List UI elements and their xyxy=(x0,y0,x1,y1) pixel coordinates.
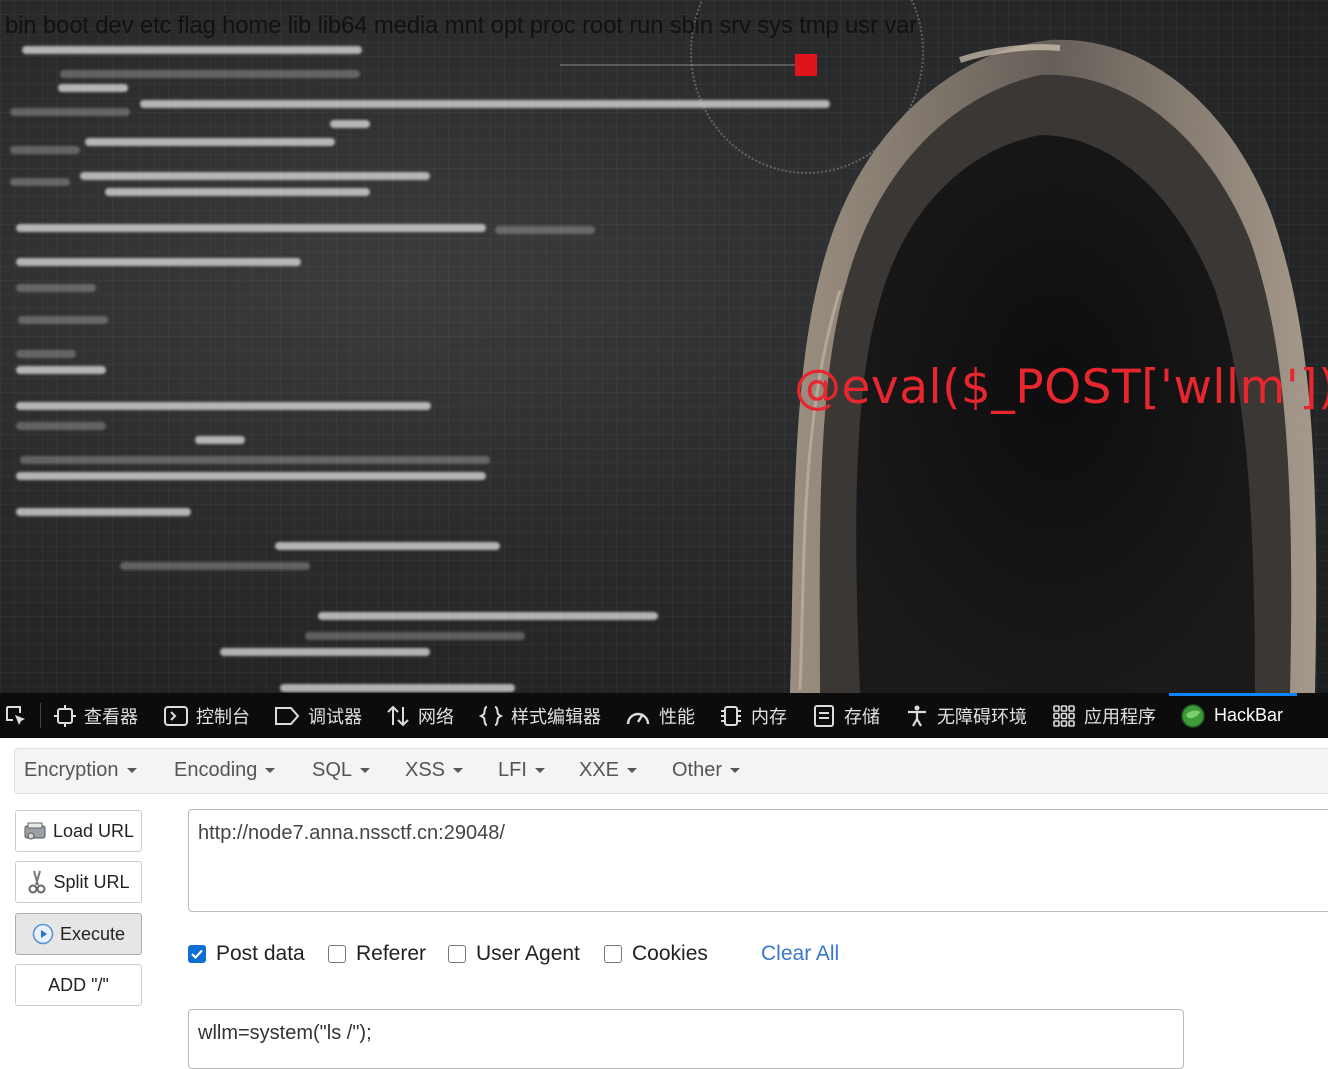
cookies-checkbox[interactable]: Cookies xyxy=(604,942,708,966)
user-agent-label: User Agent xyxy=(476,942,580,965)
menu-encryption[interactable]: Encryption xyxy=(24,759,137,782)
tab-debugger[interactable]: 调试器 xyxy=(274,693,362,738)
load-url-label: Load URL xyxy=(52,820,135,841)
checkbox-checked-icon xyxy=(188,945,206,963)
menu-sql[interactable]: SQL xyxy=(312,759,371,782)
menu-other-label: Other xyxy=(672,759,723,781)
menu-other[interactable]: Other xyxy=(672,759,741,782)
caret-down-icon xyxy=(627,768,638,774)
memory-icon xyxy=(721,705,741,726)
tab-console-label: 控制台 xyxy=(196,706,250,727)
eval-overlay-text: @eval($_POST['wllm']); xyxy=(794,360,1328,415)
split-url-label: Split URL xyxy=(53,871,130,892)
clear-all-link[interactable]: Clear All xyxy=(761,942,839,966)
caret-down-icon xyxy=(360,768,371,774)
url-input[interactable]: http://node7.anna.nssctf.cn:29048/ xyxy=(188,809,1328,912)
hackbar-icon xyxy=(1181,703,1205,728)
active-tab-indicator xyxy=(1169,693,1297,696)
checkbox-unchecked-icon xyxy=(604,945,622,963)
load-url-icon xyxy=(23,820,47,842)
menu-xss[interactable]: XSS xyxy=(405,759,464,782)
post-data-label: Post data xyxy=(216,942,305,965)
menu-xxe-label: XXE xyxy=(579,759,620,781)
tab-inspector[interactable]: 查看器 xyxy=(54,693,138,738)
caret-down-icon xyxy=(534,768,545,774)
load-url-button[interactable]: Load URL xyxy=(15,810,142,852)
checkbox-unchecked-icon xyxy=(448,945,466,963)
inspector-icon xyxy=(54,704,76,727)
referer-label: Referer xyxy=(356,942,427,965)
element-picker-button[interactable] xyxy=(4,693,36,738)
menu-sql-label: SQL xyxy=(312,759,353,781)
debugger-icon xyxy=(275,706,300,725)
add-slash-button[interactable]: ADD "/" xyxy=(15,964,142,1006)
page-viewport: @eval($_POST['wllm']); bin boot dev etc … xyxy=(0,0,1328,693)
menu-encoding[interactable]: Encoding xyxy=(174,759,276,782)
tab-accessibility[interactable]: 无障碍环境 xyxy=(905,693,1027,738)
menu-lfi[interactable]: LFI xyxy=(498,759,545,782)
network-icon xyxy=(387,705,409,726)
tab-storage[interactable]: 存储 xyxy=(812,693,880,738)
tab-inspector-label: 查看器 xyxy=(84,706,138,727)
caret-down-icon xyxy=(265,768,276,774)
tab-style-editor-label: 样式编辑器 xyxy=(511,706,601,727)
accessibility-icon xyxy=(908,705,926,727)
menu-xss-label: XSS xyxy=(405,759,446,781)
console-icon xyxy=(164,705,188,726)
hackbar-panel: Encryption Encoding SQL XSS LFI XXE Othe… xyxy=(0,738,1328,1069)
tab-memory-label: 内存 xyxy=(751,706,787,727)
tab-accessibility-label: 无障碍环境 xyxy=(937,706,1027,727)
menu-lfi-label: LFI xyxy=(498,759,527,781)
performance-icon xyxy=(626,712,650,724)
tab-performance-label: 性能 xyxy=(659,706,695,727)
storage-icon xyxy=(814,704,834,727)
ls-command-output: bin boot dev etc flag home lib lib64 med… xyxy=(5,12,917,39)
caret-down-icon xyxy=(126,768,137,774)
menu-xxe[interactable]: XXE xyxy=(579,759,638,782)
cookies-label: Cookies xyxy=(632,942,708,965)
hooded-figure-image xyxy=(790,39,1317,693)
style-editor-icon xyxy=(479,705,503,726)
tab-storage-label: 存储 xyxy=(844,706,880,727)
menu-encoding-label: Encoding xyxy=(174,759,258,781)
split-url-button[interactable]: Split URL xyxy=(15,861,142,903)
tab-console[interactable]: 控制台 xyxy=(164,693,250,738)
application-icon xyxy=(1053,704,1075,727)
caret-down-icon xyxy=(730,768,741,774)
tab-performance[interactable]: 性能 xyxy=(625,693,695,738)
toolbar-separator xyxy=(40,703,41,728)
post-data-checkbox[interactable]: Post data xyxy=(188,942,305,966)
tab-memory[interactable]: 内存 xyxy=(719,693,787,738)
devtools-toolbar: 查看器 控制台 调试器 网络 样式编辑器 性能 内存 存储 无障碍环境 应用程序… xyxy=(0,693,1328,738)
play-icon xyxy=(32,923,54,945)
scissors-icon xyxy=(27,869,47,895)
tab-application-label: 应用程序 xyxy=(1084,706,1156,727)
referer-checkbox[interactable]: Referer xyxy=(328,942,426,966)
menu-encryption-label: Encryption xyxy=(24,759,119,781)
execute-label: Execute xyxy=(59,923,126,944)
tab-network-label: 网络 xyxy=(418,706,454,727)
checkbox-unchecked-icon xyxy=(328,945,346,963)
element-picker-icon xyxy=(6,705,25,725)
tab-hackbar[interactable]: HackBar xyxy=(1180,693,1283,738)
tab-style-editor[interactable]: 样式编辑器 xyxy=(479,693,601,738)
tab-network[interactable]: 网络 xyxy=(386,693,454,738)
tab-hackbar-label: HackBar xyxy=(1214,705,1284,725)
post-data-input[interactable]: wllm=system("ls /"); xyxy=(188,1009,1184,1069)
tab-debugger-label: 调试器 xyxy=(308,706,362,727)
caret-down-icon xyxy=(453,768,464,774)
hackbar-menu-bar: Encryption Encoding SQL XSS LFI XXE Othe… xyxy=(14,748,1328,794)
tab-application[interactable]: 应用程序 xyxy=(1052,693,1156,738)
add-slash-label: ADD "/" xyxy=(48,974,109,995)
execute-button[interactable]: Execute xyxy=(15,913,142,955)
user-agent-checkbox[interactable]: User Agent xyxy=(448,942,580,966)
